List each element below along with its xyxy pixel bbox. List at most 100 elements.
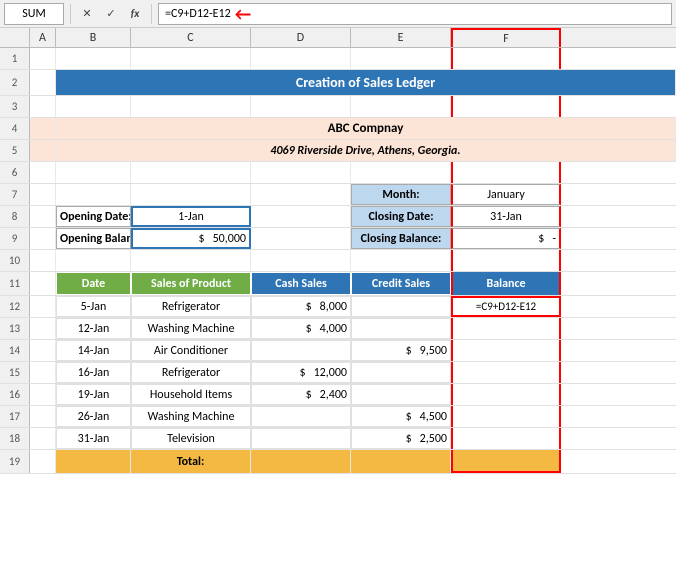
cell-h-credit[interactable]: Credit Sales [351, 272, 451, 295]
cell-b19[interactable] [56, 450, 131, 473]
cell-a8[interactable] [30, 206, 56, 227]
cell-open-bal-label[interactable]: Opening Balance: [56, 228, 131, 249]
cell-h-product[interactable]: Sales of Product [131, 272, 251, 295]
cell-a12[interactable] [30, 296, 56, 317]
cell-d3[interactable] [251, 96, 351, 117]
cell-h-cash[interactable]: Cash Sales [251, 272, 351, 295]
col-header-b[interactable]: B [56, 28, 131, 47]
cell-close-date-label[interactable]: Closing Date: [351, 206, 451, 227]
col-header-f[interactable]: F [451, 28, 561, 47]
cell-c3[interactable] [131, 96, 251, 117]
cell-b3[interactable] [56, 96, 131, 117]
cell-a1[interactable] [30, 48, 56, 69]
cell-date-15[interactable]: 16-Jan [56, 362, 131, 383]
cell-e3[interactable] [351, 96, 451, 117]
cell-date-14[interactable]: 14-Jan [56, 340, 131, 361]
cell-company[interactable]: ABC Compnay [56, 118, 676, 139]
cell-credit-15[interactable] [351, 362, 451, 383]
cell-d6[interactable] [251, 162, 351, 183]
cell-e6[interactable] [351, 162, 451, 183]
col-header-a[interactable]: A [30, 28, 56, 47]
cell-f18[interactable] [451, 428, 561, 449]
cell-credit-13[interactable] [351, 318, 451, 339]
cell-a13[interactable] [30, 318, 56, 339]
col-header-e[interactable]: E [351, 28, 451, 47]
cell-f17[interactable] [451, 406, 561, 427]
cell-product-12[interactable]: Refrigerator [131, 296, 251, 317]
cell-a3[interactable] [30, 96, 56, 117]
cell-a6[interactable] [30, 162, 56, 183]
cell-cash-17[interactable] [251, 406, 351, 427]
cell-e10[interactable] [351, 250, 451, 271]
cell-product-14[interactable]: Air Conditioner [131, 340, 251, 361]
cell-cash-16[interactable]: $ 2,400 [251, 384, 351, 405]
cell-c7[interactable] [131, 184, 251, 205]
cell-date-17[interactable]: 26-Jan [56, 406, 131, 427]
cell-b1[interactable] [56, 48, 131, 69]
cell-a15[interactable] [30, 362, 56, 383]
cell-cash-18[interactable] [251, 428, 351, 449]
cell-credit-12[interactable] [351, 296, 451, 317]
cell-c6[interactable] [131, 162, 251, 183]
cell-a2[interactable] [30, 70, 56, 95]
cell-d9[interactable] [251, 228, 351, 249]
cell-cash-12[interactable]: $ 8,000 [251, 296, 351, 317]
cell-a18[interactable] [30, 428, 56, 449]
cell-f13[interactable] [451, 318, 561, 339]
cell-a4[interactable] [30, 118, 56, 139]
cell-cash-13[interactable]: $ 4,000 [251, 318, 351, 339]
confirm-icon[interactable]: ✓ [101, 4, 121, 24]
cell-f1[interactable] [451, 48, 561, 69]
cell-c1[interactable] [131, 48, 251, 69]
cell-date-18[interactable]: 31-Jan [56, 428, 131, 449]
cell-cash-15[interactable]: $ 12,000 [251, 362, 351, 383]
cell-a16[interactable] [30, 384, 56, 405]
cell-formula-12[interactable]: =C9+D12-E12 [451, 296, 561, 317]
cell-month-label[interactable]: Month: [351, 184, 451, 205]
cell-a19[interactable] [30, 450, 56, 473]
cell-open-date-val[interactable]: 1-Jan [131, 206, 251, 227]
cell-credit-17[interactable]: $ 4,500 [351, 406, 451, 427]
cell-date-16[interactable]: 19-Jan [56, 384, 131, 405]
cell-address[interactable]: 4069 Riverside Drive, Athens, Georgia. [56, 140, 676, 161]
cell-f15[interactable] [451, 362, 561, 383]
cell-f3[interactable] [451, 96, 561, 117]
cell-a5[interactable] [30, 140, 56, 161]
cell-d7[interactable] [251, 184, 351, 205]
cell-open-date-label[interactable]: Opening Date: [56, 206, 131, 227]
cell-e19[interactable] [351, 450, 451, 473]
cell-product-16[interactable]: Household Items [131, 384, 251, 405]
cell-f16[interactable] [451, 384, 561, 405]
cell-date-12[interactable]: 5-Jan [56, 296, 131, 317]
cell-e1[interactable] [351, 48, 451, 69]
cell-a11[interactable] [30, 272, 56, 295]
cell-a17[interactable] [30, 406, 56, 427]
col-header-c[interactable]: C [131, 28, 251, 47]
cell-a14[interactable] [30, 340, 56, 361]
cell-title[interactable]: Creation of Sales Ledger [56, 70, 676, 95]
cell-c10[interactable] [131, 250, 251, 271]
cell-close-bal-label[interactable]: Closing Balance: [351, 228, 451, 249]
cell-f10[interactable] [451, 250, 561, 271]
cell-h-date[interactable]: Date [56, 272, 131, 295]
cell-d10[interactable] [251, 250, 351, 271]
cell-a10[interactable] [30, 250, 56, 271]
cell-product-13[interactable]: Washing Machine [131, 318, 251, 339]
cell-cash-14[interactable] [251, 340, 351, 361]
cell-credit-18[interactable]: $ 2,500 [351, 428, 451, 449]
cell-h-balance[interactable]: Balance [451, 272, 561, 295]
cell-d19[interactable] [251, 450, 351, 473]
cell-date-13[interactable]: 12-Jan [56, 318, 131, 339]
cell-close-bal[interactable]: $ - [451, 228, 561, 249]
cell-open-bal[interactable]: $ 50,000 [131, 228, 251, 249]
cell-a7[interactable] [30, 184, 56, 205]
cell-product-17[interactable]: Washing Machine [131, 406, 251, 427]
cell-d8[interactable] [251, 206, 351, 227]
cell-close-date-val[interactable]: 31-Jan [451, 206, 561, 227]
formula-bar[interactable]: =C9+D12-E12 ← [158, 3, 672, 25]
cancel-icon[interactable]: ✕ [77, 4, 97, 24]
cell-a9[interactable] [30, 228, 56, 249]
cell-b10[interactable] [56, 250, 131, 271]
cell-d1[interactable] [251, 48, 351, 69]
function-icon[interactable]: fx [125, 4, 145, 24]
